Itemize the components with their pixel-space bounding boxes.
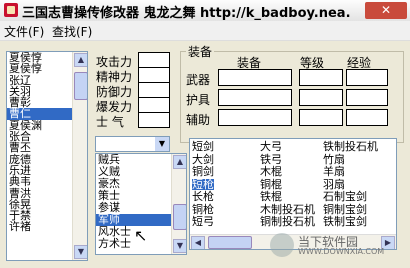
mouse-cursor-icon: ↖ — [134, 226, 148, 245]
close-icon: ✕ — [380, 3, 392, 17]
app-window: 三国志曹操传修改器 鬼龙之舞 http://k_badboy.nea... ✕ … — [0, 0, 410, 268]
item-cell[interactable]: 铁制投石机 — [323, 141, 378, 152]
close-button[interactable]: ✕ — [365, 2, 407, 19]
equipment-row-label: 辅助 — [186, 113, 211, 127]
equip-field[interactable] — [218, 69, 292, 86]
level-field[interactable] — [299, 109, 343, 126]
equip-field[interactable] — [218, 109, 292, 126]
scroll-down-icon[interactable]: ▼ — [74, 245, 87, 259]
stat-field[interactable] — [138, 82, 170, 98]
item-cell[interactable]: 铜剑 — [192, 166, 214, 177]
scroll-thumb[interactable] — [173, 204, 186, 230]
equipment-row-label: 护具 — [186, 93, 211, 107]
stat-field[interactable] — [138, 52, 170, 68]
equipment-row-label: 武器 — [186, 73, 211, 87]
item-cell[interactable]: 铜棍 — [260, 179, 282, 190]
item-cell[interactable]: 铁制宝剑 — [323, 216, 367, 227]
item-grid[interactable]: 短剑大剑 铜剑 短枪 长枪铜枪 短弓 大弓铁弓 木棍铜棍 铁棍木制投石机 铜制投石机 铁制投石机竹… — [189, 138, 397, 250]
exp-field[interactable] — [346, 89, 388, 106]
menu-file[interactable]: 文件(F) — [4, 23, 44, 40]
level-field[interactable] — [299, 69, 343, 86]
item-cell[interactable]: 木棍 — [260, 166, 282, 177]
equipment-title: 装备 — [186, 43, 215, 60]
stat-field[interactable] — [138, 97, 170, 113]
menu-search[interactable]: 查找(F) — [52, 23, 92, 40]
equip-field[interactable] — [218, 89, 292, 106]
class-list[interactable]: 贼兵 义贼 豪杰 策士 参谋 军师 风水士 方术士 ▲ ▼ ↖ — [95, 153, 187, 255]
item-cell[interactable]: 铜枪 — [192, 204, 214, 215]
app-icon — [4, 3, 18, 17]
item-cell[interactable]: 羊扇 — [323, 166, 345, 177]
window-title: 三国志曹操传修改器 鬼龙之舞 http://k_badboy.nea... — [22, 6, 350, 21]
stat-field[interactable] — [138, 112, 170, 128]
item-cell[interactable]: 铜制投石机 — [260, 216, 315, 227]
exp-field[interactable] — [346, 109, 388, 126]
type-select[interactable]: ▼ — [95, 136, 170, 152]
item-cell[interactable]: 长枪 — [192, 191, 214, 202]
item-cell[interactable]: 短枪 — [192, 178, 214, 190]
item-cell[interactable]: 大剑 — [192, 154, 214, 165]
watermark-logo-icon — [270, 233, 294, 257]
scroll-thumb[interactable] — [208, 236, 252, 249]
item-cell[interactable]: 羽扇 — [323, 179, 345, 190]
item-cell[interactable]: 木制投石机 — [260, 204, 315, 215]
level-field[interactable] — [299, 89, 343, 106]
exp-field[interactable] — [346, 69, 388, 86]
menu-bar: 文件(F) 查找(F) — [0, 21, 410, 41]
item-cell[interactable]: 短弓 — [192, 216, 214, 227]
item-cell[interactable]: 大弓 — [260, 141, 282, 152]
character-list[interactable]: 夏侯惇 夏侯惇 张辽 关羽 曹彰 曹仁 夏侯渊 张合 曹丕 庞德 乐进 典韦 曹洪 徐晃 于禁 许褚 ▲ ▼ — [6, 51, 88, 261]
class-list-scrollbar[interactable]: ▲ ▼ — [171, 154, 186, 254]
stat-label: 士 气 — [96, 115, 124, 129]
scroll-left-icon[interactable]: ◀ — [191, 236, 205, 249]
watermark-url: WWW.DOWNXIA.COM — [298, 247, 385, 256]
item-cell[interactable]: 短剑 — [192, 141, 214, 152]
title-bar: 三国志曹操传修改器 鬼龙之舞 http://k_badboy.nea... ✕ — [0, 0, 410, 22]
client-area: 夏侯惇 夏侯惇 张辽 关羽 曹彰 曹仁 夏侯渊 张合 曹丕 庞德 乐进 典韦 曹洪 徐晃 于禁 许褚 ▲ ▼ … — [0, 41, 410, 268]
stat-field[interactable] — [138, 67, 170, 83]
scroll-up-icon[interactable]: ▲ — [74, 53, 87, 67]
chevron-down-icon[interactable]: ▼ — [155, 137, 169, 151]
scroll-down-icon[interactable]: ▼ — [173, 239, 186, 253]
item-cell[interactable]: 铜制宝剑 — [323, 204, 367, 215]
character-list-scrollbar[interactable]: ▲ ▼ — [72, 52, 87, 260]
scroll-up-icon[interactable]: ▲ — [173, 155, 186, 169]
item-cell[interactable]: 铁棍 — [260, 191, 282, 202]
item-cell[interactable]: 竹扇 — [323, 154, 345, 165]
item-cell[interactable]: 石制宝剑 — [323, 191, 367, 202]
scroll-thumb[interactable] — [74, 72, 87, 100]
item-cell[interactable]: 铁弓 — [260, 154, 282, 165]
